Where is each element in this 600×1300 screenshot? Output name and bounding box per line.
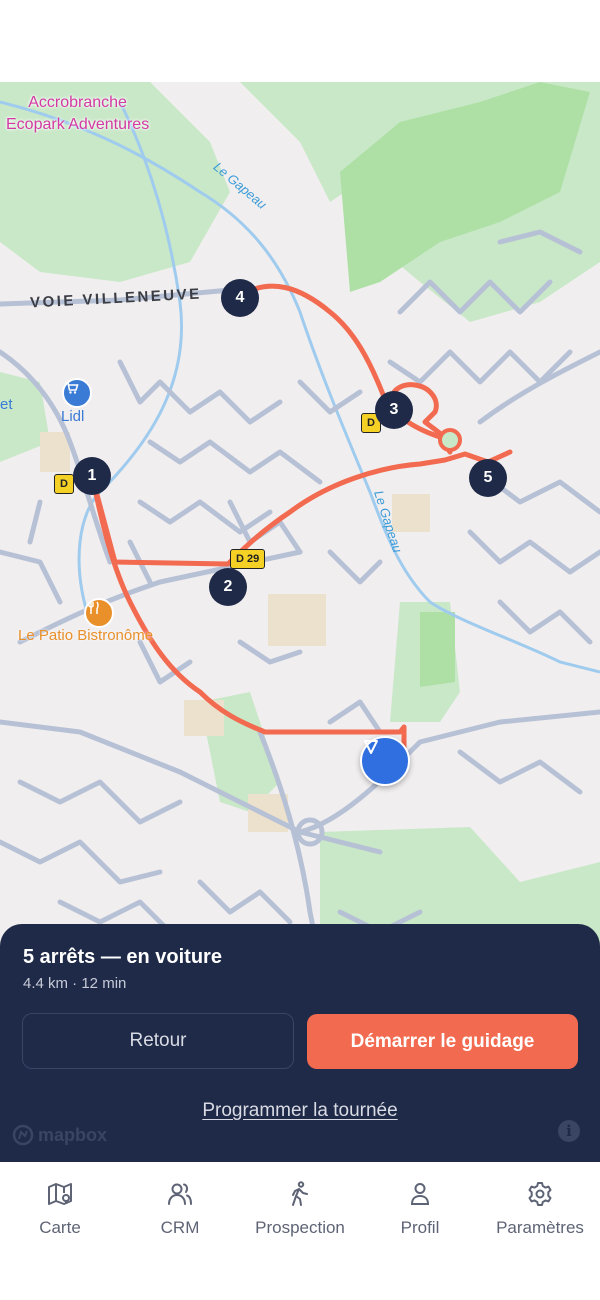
status-bar-area	[0, 0, 600, 82]
poi-lidl-label[interactable]: Lidl	[61, 408, 84, 425]
stop-marker-5[interactable]: 5	[469, 459, 507, 497]
navigation-arrow-icon	[364, 740, 378, 754]
back-button[interactable]: Retour	[22, 1013, 294, 1069]
mapbox-logo[interactable]: mapbox	[12, 1124, 107, 1146]
start-guidance-button[interactable]: Démarrer le guidage	[307, 1014, 578, 1069]
schedule-route-link[interactable]: Programmer la tournée	[0, 1100, 600, 1122]
poi-park-label: Accrobranche Ecopark Adventures	[6, 92, 149, 136]
walking-icon	[292, 1181, 308, 1206]
route-badge: D	[54, 474, 74, 494]
route-summary-title: 5 arrêts — en voiture	[23, 946, 222, 968]
poi-park-line2: Ecopark Adventures	[6, 116, 150, 133]
user-icon	[410, 1183, 430, 1205]
tab-prospection[interactable]: Prospection	[240, 1180, 360, 1238]
route-summary-subtitle: 4.4 km · 12 min	[23, 975, 127, 992]
tab-parametres[interactable]: Paramètres	[480, 1180, 600, 1238]
route-badge: D 29	[230, 549, 266, 569]
stop-marker-1[interactable]: 1	[73, 457, 111, 495]
tab-label: Carte	[39, 1218, 81, 1237]
tab-label: Prospection	[255, 1218, 345, 1237]
tab-profil[interactable]: Profil	[360, 1180, 480, 1238]
bottom-tab-bar: Carte CRM Prospection Profil Paramètres	[0, 1162, 600, 1300]
shopping-cart-icon[interactable]	[62, 378, 92, 408]
poi-restaurant-label[interactable]: Le Patio Bistronôme	[18, 627, 153, 644]
mapbox-logo-text: mapbox	[38, 1124, 108, 1145]
stop-marker-2[interactable]: 2	[209, 568, 247, 606]
stop-marker-3[interactable]: 3	[375, 391, 413, 429]
partial-map-label: et	[0, 396, 13, 413]
restaurant-icon[interactable]	[84, 598, 114, 628]
stop-marker-4[interactable]: 4	[221, 279, 259, 317]
poi-park-line1: Accrobranche	[28, 94, 127, 111]
map-icon	[48, 1183, 72, 1205]
tab-label: CRM	[160, 1218, 200, 1237]
tab-label: Profil	[400, 1218, 440, 1237]
mapbox-logo-icon	[12, 1124, 34, 1146]
users-icon	[168, 1183, 192, 1205]
tab-carte[interactable]: Carte	[0, 1180, 120, 1238]
gear-icon	[528, 1182, 552, 1206]
info-icon[interactable]: i	[558, 1120, 580, 1142]
tab-label: Paramètres	[496, 1218, 584, 1237]
tab-crm[interactable]: CRM	[120, 1180, 240, 1238]
route-summary-sheet: 5 arrêts — en voiture 4.4 km · 12 min Re…	[0, 924, 600, 1162]
current-location-marker[interactable]	[360, 736, 410, 786]
